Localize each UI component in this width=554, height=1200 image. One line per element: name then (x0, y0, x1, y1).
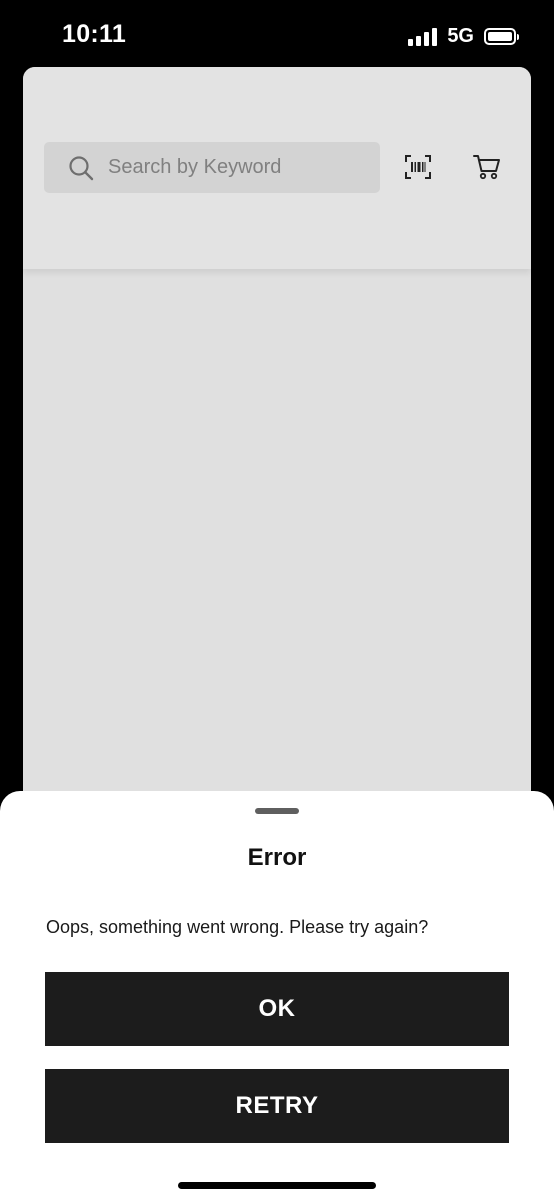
dialog-message: Oops, something went wrong. Please try a… (46, 917, 429, 937)
status-indicators: 5G (408, 25, 519, 48)
retry-button[interactable]: RETRY (45, 1069, 509, 1143)
dialog-title: Error (247, 844, 307, 871)
search-bar[interactable] (44, 142, 380, 193)
search-input[interactable] (108, 156, 348, 179)
search-icon (68, 155, 94, 181)
battery-icon (484, 28, 519, 45)
status-bar: 10:11 5G (0, 0, 554, 66)
barcode-scan-icon[interactable] (405, 155, 431, 179)
network-type: 5G (447, 25, 474, 47)
battery-level (488, 32, 512, 41)
cellular-signal-icon (408, 27, 438, 46)
status-time: 10:11 (62, 20, 127, 48)
error-bottom-sheet: Error Oops, something went wrong. Please… (0, 791, 554, 1200)
app-header (23, 67, 531, 269)
screen: 10:11 5G Search by Keyword Error Oops, s… (0, 0, 554, 1200)
ok-button[interactable]: OK (45, 972, 509, 1046)
cart-icon[interactable] (473, 154, 501, 180)
sheet-drag-handle[interactable] (255, 808, 299, 814)
home-indicator[interactable] (178, 1182, 376, 1189)
